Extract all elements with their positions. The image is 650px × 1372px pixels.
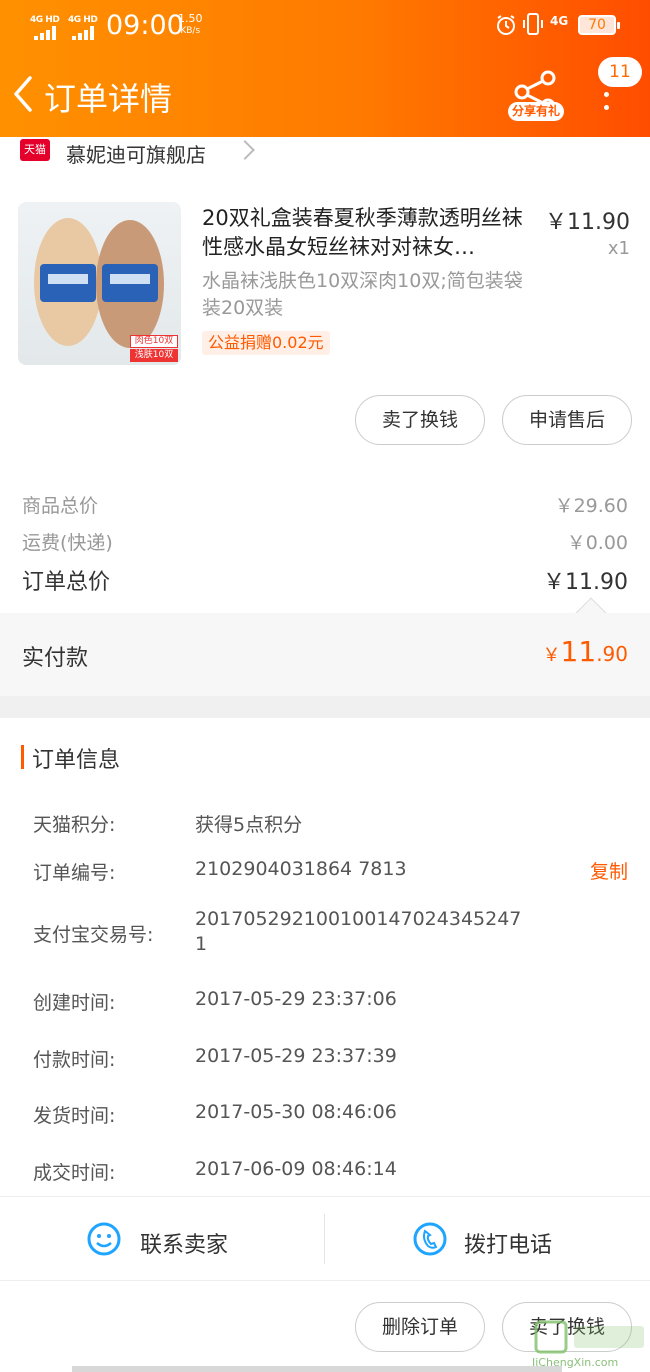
call-phone-button[interactable]: 拨打电话 — [464, 1227, 552, 1259]
signal-bars-icon — [72, 26, 98, 40]
shop-row[interactable]: 天猫 慕妮迪可旗舰店 — [0, 137, 650, 175]
speed-unit: KB/s — [180, 26, 201, 36]
back-arrow-icon[interactable] — [10, 74, 40, 114]
clock: 09:00 — [106, 10, 184, 41]
image-tag-2: 浅肤10双 — [130, 349, 178, 362]
page-title: 订单详情 — [44, 80, 173, 118]
alipay-number-line1: 20170529210010014702434524​7 — [195, 908, 522, 930]
product-thumbnail[interactable]: 肉色10双 浅肤10双 — [18, 202, 181, 365]
chevron-right-icon — [235, 140, 255, 160]
signal-indicator-2: 4G HD — [68, 12, 98, 40]
shipping-value: ￥0.00 — [566, 532, 628, 554]
shop-name[interactable]: 慕妮迪可旗舰店 — [66, 139, 206, 168]
contact-divider — [324, 1214, 325, 1264]
share-reward-label[interactable]: 分享有礼 — [508, 102, 564, 121]
paid-integer: 11 — [560, 635, 597, 668]
image-tag-1: 肉色10双 — [130, 335, 178, 348]
status-bar: 4G HD 4G HD 09:00 1.50 KB/s 4G 70 — [0, 0, 650, 52]
signal-bars-icon — [34, 26, 60, 40]
deal-time-value: 2017-06-09 08:46:14 — [195, 1158, 397, 1180]
app-header: 4G HD 4G HD 09:00 1.50 KB/s 4G 70 订单详情 分… — [0, 0, 650, 137]
contact-seller-button[interactable]: 联系卖家 — [140, 1227, 228, 1259]
signal-2-label: 4G HD — [68, 15, 98, 25]
product-sku: 水晶袜浅肤色10双深肉10双;简包装袋装20双装 — [202, 270, 523, 319]
points-label: 天猫积分: — [33, 814, 116, 836]
created-time-value: 2017-05-29 23:37:06 — [195, 988, 397, 1010]
copy-button[interactable]: 复制 — [590, 857, 628, 884]
speed-value: 1.50 — [178, 12, 203, 25]
order-total-value: ￥11.90 — [543, 570, 628, 595]
signal-indicator-1: 4G HD — [30, 12, 60, 40]
network-type: 4G — [550, 14, 569, 28]
order-info-title: 订单信息 — [32, 748, 121, 773]
chat-smile-icon[interactable] — [86, 1221, 122, 1257]
bottom-strip — [72, 1366, 562, 1372]
network-speed: 1.50 KB/s — [178, 12, 203, 38]
order-total-label: 订单总价 — [22, 570, 111, 595]
after-sale-button[interactable]: 申请售后 — [502, 395, 632, 445]
battery-icon: 70 — [578, 15, 620, 35]
product-price: ￥11.90 — [545, 210, 630, 235]
goods-total-label: 商品总价 — [22, 495, 99, 517]
paid-currency: ￥ — [542, 645, 561, 666]
alarm-icon — [497, 15, 515, 35]
shipped-time-label: 发货时间: — [33, 1105, 116, 1127]
order-number-value: 2102904031864 7813 — [195, 858, 407, 880]
paid-value: ￥11.90 — [543, 635, 628, 668]
alipay-number-label: 支付宝交易号: — [33, 924, 154, 946]
points-value: 获得5点积分 — [195, 814, 303, 836]
shipping-label: 运费(快递) — [22, 532, 113, 554]
goods-total-value: ￥29.60 — [554, 495, 628, 517]
tmall-logo: 天猫 — [20, 139, 50, 161]
signal-1-label: 4G HD — [30, 15, 60, 25]
paid-time-label: 付款时间: — [33, 1049, 116, 1071]
alipay-number-line2: 1 — [195, 933, 208, 955]
paid-time-value: 2017-05-29 23:37:39 — [195, 1045, 397, 1067]
deal-time-label: 成交时间: — [33, 1162, 116, 1184]
phone-icon[interactable] — [412, 1221, 448, 1257]
sell-for-cash-button[interactable]: 卖了换钱 — [355, 395, 485, 445]
delete-order-button[interactable]: 删除订单 — [355, 1302, 485, 1352]
message-count-badge[interactable]: 11 — [598, 57, 642, 87]
product-title[interactable]: 20双礼盒装春夏秋季薄款透明丝袜性感水晶女短丝袜对对袜女… — [202, 204, 538, 262]
product-quantity: x1 — [607, 238, 630, 259]
created-time-label: 创建时间: — [33, 992, 116, 1014]
paid-decimal: .90 — [596, 642, 628, 666]
alipay-number-value: 20170529210010014702434524​7 1 — [195, 907, 521, 957]
charity-badge: 公益捐赠0.02元 — [202, 331, 330, 355]
shipped-time-value: 2017-05-30 08:46:06 — [195, 1101, 397, 1123]
section-accent-bar — [21, 745, 24, 769]
more-menu-icon[interactable] — [600, 92, 612, 112]
section-divider — [0, 696, 650, 718]
vibrate-icon — [523, 13, 543, 35]
order-number-label: 订单编号: — [33, 862, 116, 884]
paid-label: 实付款 — [22, 646, 89, 671]
paid-amount-row: 实付款 ￥11.90 — [0, 613, 650, 696]
